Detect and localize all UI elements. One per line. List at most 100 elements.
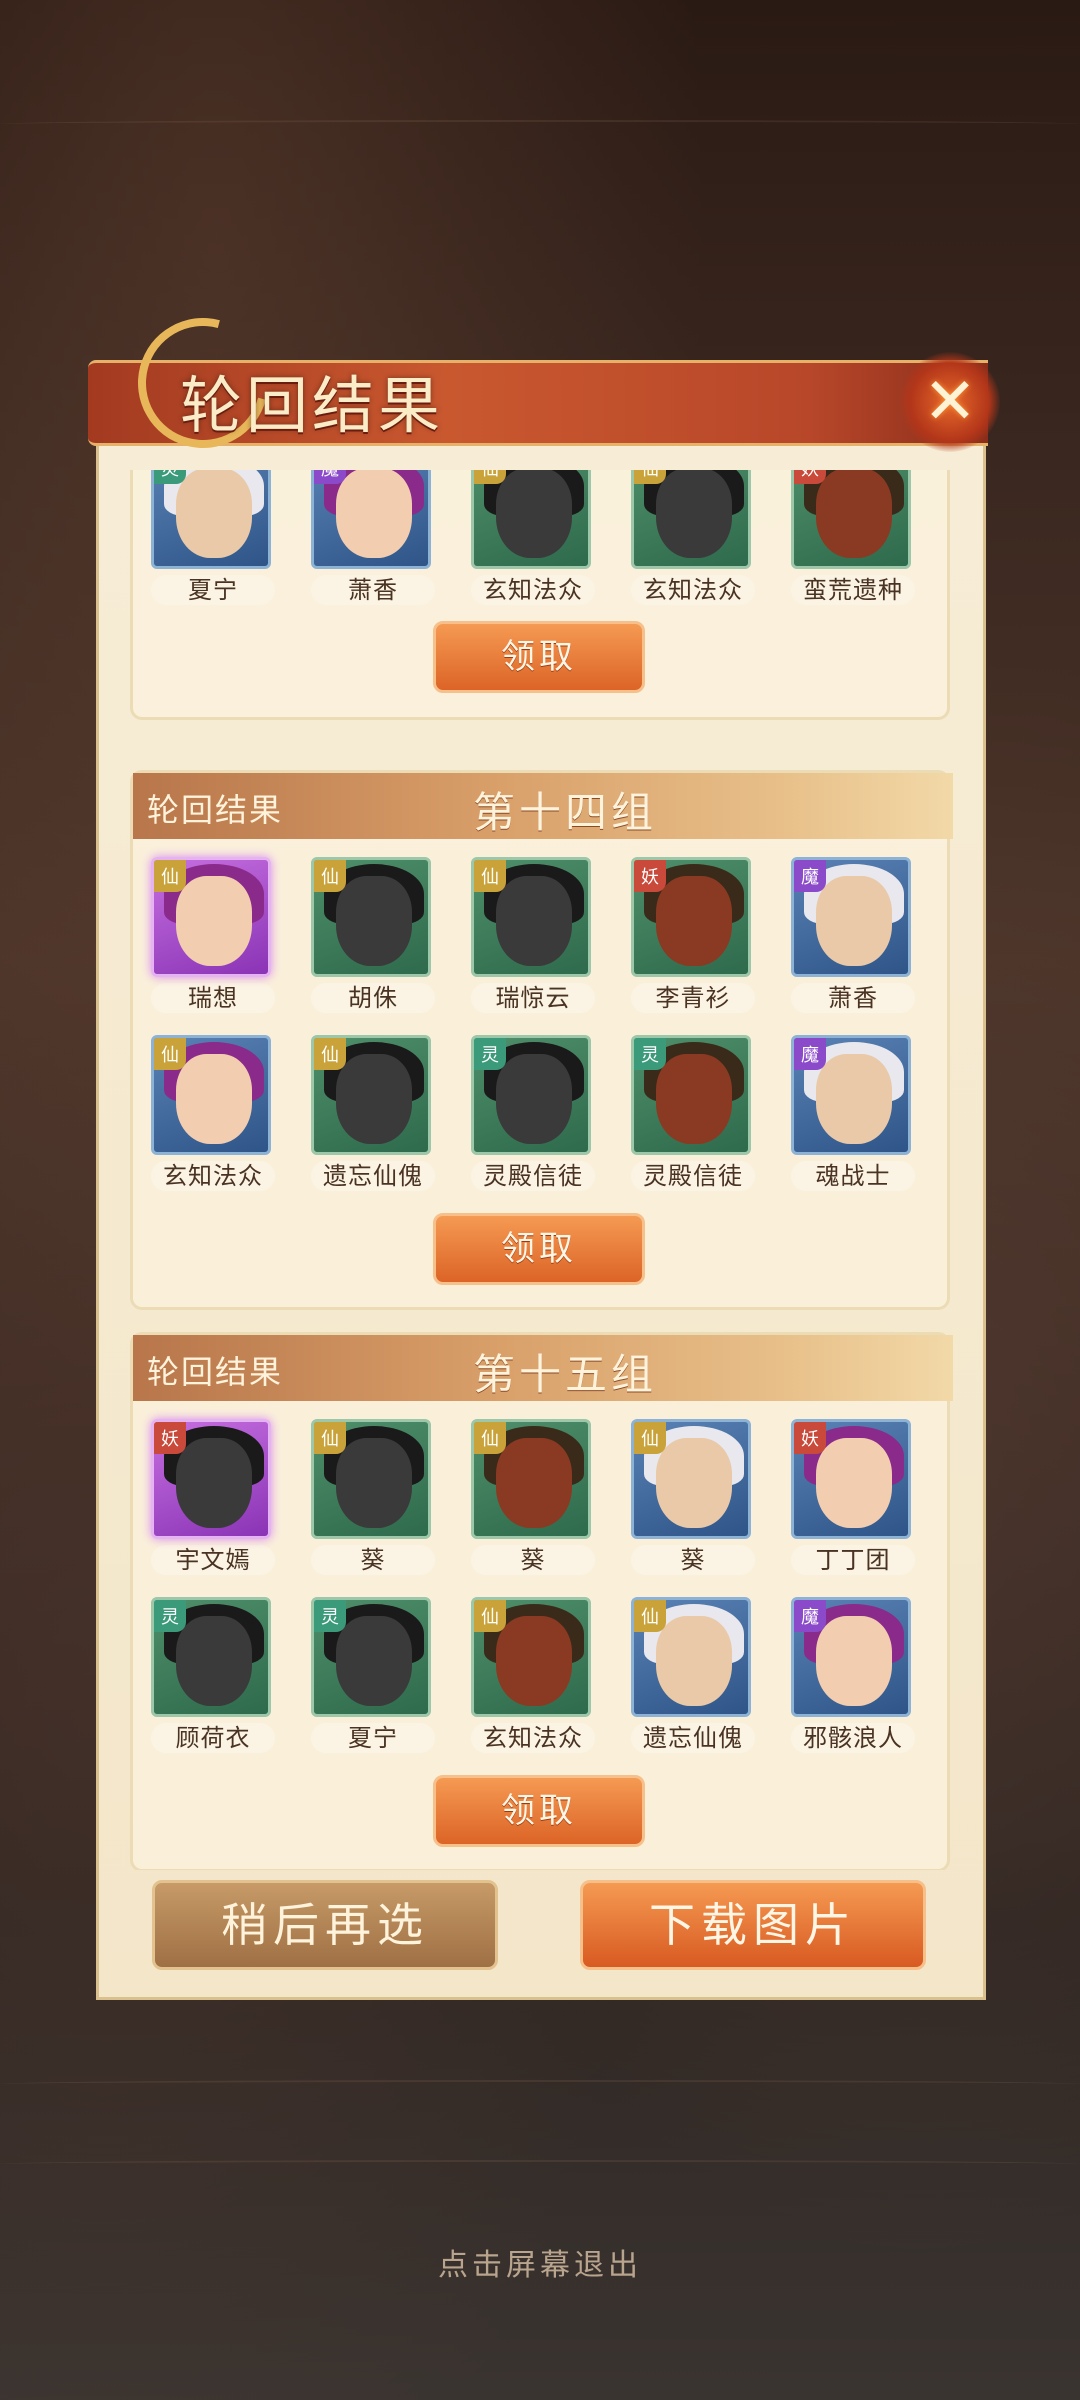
character-card[interactable]: 仙瑞想 <box>151 857 275 1013</box>
character-card[interactable]: 仙遗忘仙傀 <box>311 1035 435 1191</box>
portrait-face <box>336 1616 412 1706</box>
character-card[interactable]: 妖丁丁团 <box>791 1419 915 1575</box>
character-name: 顾荷衣 <box>151 1723 275 1753</box>
group-banner: 轮回结果 第十四组 <box>133 773 953 839</box>
group-title: 第十四组 <box>473 788 658 837</box>
character-name: 夏宁 <box>151 575 275 605</box>
character-portrait: 妖 <box>151 1419 271 1539</box>
portrait-face <box>656 470 732 558</box>
character-card[interactable]: 灵夏宁 <box>151 470 275 605</box>
bg-wave <box>0 2160 1080 2168</box>
banner-label: 轮回结果 <box>147 791 284 829</box>
faction-badge: 魔 <box>794 1038 826 1070</box>
character-card[interactable]: 灵夏宁 <box>311 1597 435 1753</box>
character-card[interactable]: 魔邪骸浪人 <box>791 1597 915 1753</box>
character-card[interactable]: 仙葵 <box>631 1419 755 1575</box>
character-portrait: 灵 <box>311 1597 431 1717</box>
faction-badge: 灵 <box>314 1600 346 1632</box>
claim-button[interactable]: 领取 <box>433 1775 645 1847</box>
result-group-14: 轮回结果 第十四组仙瑞想仙胡侏仙瑞惊云妖李青衫魔萧香仙玄知法众仙遗忘仙傀灵灵殿信徒… <box>130 770 953 1310</box>
faction-badge: 仙 <box>154 860 186 892</box>
character-name: 夏宁 <box>311 1723 435 1753</box>
character-name: 葵 <box>471 1545 595 1575</box>
character-portrait: 仙 <box>631 470 751 569</box>
character-card[interactable]: 仙遗忘仙傀 <box>631 1597 755 1753</box>
character-card[interactable]: 仙玄知法众 <box>471 1597 595 1753</box>
claim-button[interactable]: 领取 <box>433 1213 645 1285</box>
character-card[interactable]: 魔萧香 <box>311 470 435 605</box>
result-group-15: 轮回结果 第十五组妖宇文嫣仙葵仙葵仙葵妖丁丁团灵顾荷衣灵夏宁仙玄知法众仙遗忘仙傀魔… <box>130 1332 953 1870</box>
faction-badge: 仙 <box>314 860 346 892</box>
character-portrait: 仙 <box>471 1597 591 1717</box>
character-portrait: 魔 <box>791 1597 911 1717</box>
portrait-face <box>336 470 412 558</box>
character-name: 瑞想 <box>151 983 275 1013</box>
character-name: 萧香 <box>791 983 915 1013</box>
character-portrait: 魔 <box>311 470 431 569</box>
character-card[interactable]: 妖李青衫 <box>631 857 755 1013</box>
download-image-button[interactable]: 下载图片 <box>580 1880 926 1970</box>
portrait-face <box>496 1054 572 1144</box>
faction-badge: 妖 <box>794 470 826 484</box>
character-card[interactable]: 灵灵殿信徒 <box>471 1035 595 1191</box>
character-card[interactable]: 仙瑞惊云 <box>471 857 595 1013</box>
character-portrait: 仙 <box>471 857 591 977</box>
banner-label: 轮回结果 <box>147 1353 284 1391</box>
character-portrait: 仙 <box>471 470 591 569</box>
bg-wave <box>0 2080 1080 2088</box>
portrait-face <box>496 1616 572 1706</box>
character-portrait: 仙 <box>471 1419 591 1539</box>
character-name: 玄知法众 <box>471 1723 595 1753</box>
faction-badge: 灵 <box>154 470 186 484</box>
faction-badge: 仙 <box>634 1422 666 1454</box>
character-name: 邪骸浪人 <box>791 1723 915 1753</box>
portrait-face <box>816 876 892 966</box>
faction-badge: 仙 <box>474 1600 506 1632</box>
character-portrait: 仙 <box>151 857 271 977</box>
portrait-face <box>176 1054 252 1144</box>
character-card[interactable]: 仙玄知法众 <box>471 470 595 605</box>
character-card[interactable]: 仙玄知法众 <box>631 470 755 605</box>
faction-badge: 妖 <box>634 860 666 892</box>
portrait-face <box>496 876 572 966</box>
character-name: 蛮荒遗种 <box>791 575 915 605</box>
choose-later-button[interactable]: 稍后再选 <box>152 1880 498 1970</box>
character-card[interactable]: 仙葵 <box>311 1419 435 1575</box>
faction-badge: 仙 <box>314 1422 346 1454</box>
faction-badge: 妖 <box>154 1422 186 1454</box>
character-card[interactable]: 灵顾荷衣 <box>151 1597 275 1753</box>
portrait-face <box>816 1438 892 1528</box>
character-name: 丁丁团 <box>791 1545 915 1575</box>
character-card[interactable]: 仙玄知法众 <box>151 1035 275 1191</box>
claim-button[interactable]: 领取 <box>433 621 645 693</box>
character-card[interactable]: 妖宇文嫣 <box>151 1419 275 1575</box>
character-portrait: 灵 <box>471 1035 591 1155</box>
character-card[interactable]: 妖蛮荒遗种 <box>791 470 915 605</box>
character-portrait: 灵 <box>151 1597 271 1717</box>
results-scroll[interactable]: 灵夏宁魔萧香仙玄知法众仙玄知法众妖蛮荒遗种领取 轮回结果第十四组仙瑞想仙胡侏仙瑞… <box>110 470 970 1870</box>
character-name: 玄知法众 <box>151 1161 275 1191</box>
character-name: 遗忘仙傀 <box>311 1161 435 1191</box>
group-title: 第十五组 <box>473 1350 658 1399</box>
portrait-face <box>656 1054 732 1144</box>
portrait-face <box>336 876 412 966</box>
character-name: 遗忘仙傀 <box>631 1723 755 1753</box>
dialog-title: 轮回结果 <box>180 369 445 442</box>
portrait-face <box>656 1616 732 1706</box>
portrait-face <box>176 1438 252 1528</box>
faction-badge: 灵 <box>634 1038 666 1070</box>
character-card[interactable]: 灵灵殿信徒 <box>631 1035 755 1191</box>
character-portrait: 灵 <box>631 1035 751 1155</box>
character-name: 魂战士 <box>791 1161 915 1191</box>
character-portrait: 灵 <box>151 470 271 569</box>
exit-hint[interactable]: 点击屏幕退出 <box>0 2240 1080 2284</box>
character-card[interactable]: 魔魂战士 <box>791 1035 915 1191</box>
portrait-face <box>816 470 892 558</box>
character-card[interactable]: 仙葵 <box>471 1419 595 1575</box>
portrait-face <box>176 470 252 558</box>
portrait-face <box>816 1054 892 1144</box>
character-portrait: 仙 <box>311 857 431 977</box>
character-card[interactable]: 魔萧香 <box>791 857 915 1013</box>
close-button[interactable]: ✕ <box>900 352 1000 452</box>
character-card[interactable]: 仙胡侏 <box>311 857 435 1013</box>
